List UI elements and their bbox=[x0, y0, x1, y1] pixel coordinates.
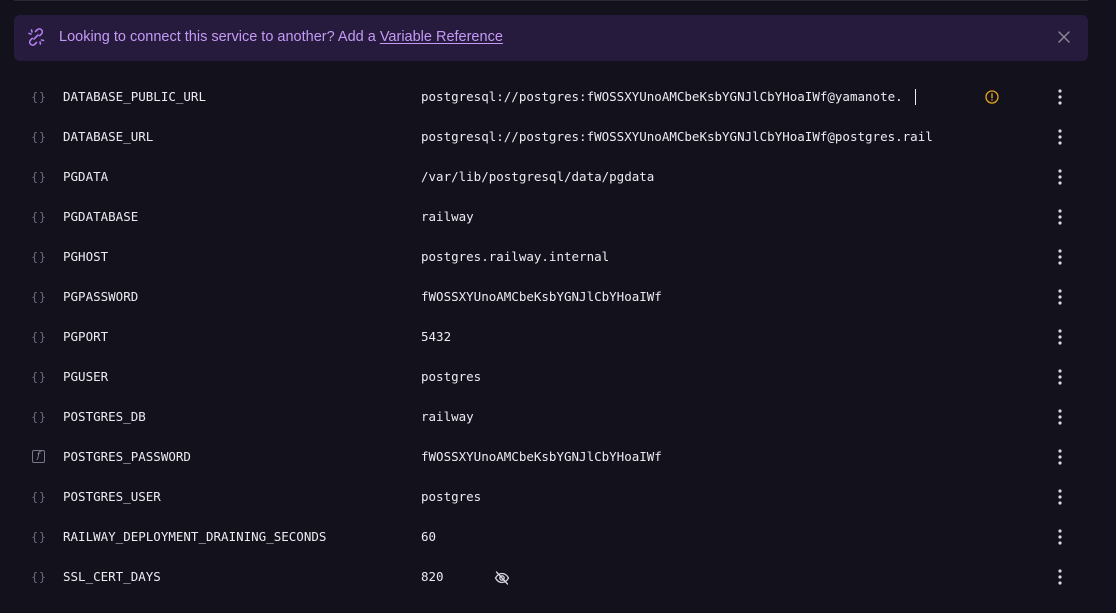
variable-name[interactable]: DATABASE_URL bbox=[63, 129, 153, 145]
variable-name[interactable]: POSTGRES_PASSWORD bbox=[63, 449, 191, 465]
variable-row[interactable]: {} POSTGRES_DB railway bbox=[0, 397, 1116, 437]
more-options-icon[interactable] bbox=[1052, 167, 1068, 187]
variable-row[interactable]: f POSTGRES_PASSWORD fWOSSXYUnoAMCbeKsbYGNJ… bbox=[0, 437, 1116, 477]
variable-row[interactable]: {} PGHOST postgres.railway.internal bbox=[0, 237, 1116, 277]
variable-row[interactable]: {} RAILWAY_DEPLOYMENT_DRAINING_SECONDS 60 bbox=[0, 517, 1116, 557]
variable-row[interactable]: {} DATABASE_PUBLIC_URL postgresql://postgr… bbox=[0, 77, 1116, 117]
variable-value[interactable]: postgresql://postgres:fWOSSXYUnoAMCbeKsb… bbox=[421, 89, 903, 105]
variable-value[interactable]: postgres bbox=[421, 489, 481, 505]
braces-icon: {} bbox=[31, 530, 47, 544]
variable-reference-link[interactable]: Variable Reference bbox=[380, 29, 503, 45]
variable-name[interactable]: PGDATA bbox=[63, 169, 108, 185]
more-options-icon[interactable] bbox=[1052, 487, 1068, 507]
more-options-icon[interactable] bbox=[1052, 207, 1068, 227]
braces-icon: {} bbox=[31, 330, 47, 344]
banner-message: Looking to connect this service to anoth… bbox=[59, 29, 503, 45]
variable-value[interactable]: postgres bbox=[421, 369, 481, 385]
variable-name[interactable]: POSTGRES_USER bbox=[63, 489, 161, 505]
variable-name[interactable]: PGUSER bbox=[63, 369, 108, 385]
braces-icon: {} bbox=[31, 370, 47, 384]
variable-row[interactable]: {} DATABASE_URL postgresql://postgres:fWOS… bbox=[0, 117, 1116, 157]
braces-icon: {} bbox=[31, 490, 47, 504]
variable-row[interactable]: {} POSTGRES_USER postgres bbox=[0, 477, 1116, 517]
braces-icon: {} bbox=[31, 570, 47, 584]
variable-value[interactable]: railway bbox=[421, 409, 474, 425]
variable-name[interactable]: DATABASE_PUBLIC_URL bbox=[63, 89, 206, 105]
more-options-icon[interactable] bbox=[1052, 287, 1068, 307]
variable-value[interactable]: 60 bbox=[421, 529, 436, 545]
variable-name[interactable]: RAILWAY_DEPLOYMENT_DRAINING_SECONDS bbox=[63, 529, 326, 545]
variable-value[interactable]: postgres.railway.internal bbox=[421, 249, 609, 265]
more-options-icon[interactable] bbox=[1052, 127, 1068, 147]
function-icon: f bbox=[32, 450, 45, 463]
more-options-icon[interactable] bbox=[1052, 567, 1068, 587]
variable-name[interactable]: PGPASSWORD bbox=[63, 289, 138, 305]
variable-name[interactable]: PGPORT bbox=[63, 329, 108, 345]
variable-value[interactable]: 5432 bbox=[421, 329, 451, 345]
variable-row[interactable]: {} PGDATABASE railway bbox=[0, 197, 1116, 237]
variable-row[interactable]: {} PGDATA/var/lib/postgresql/data/pgdata bbox=[0, 157, 1116, 197]
variable-value[interactable]: fWOSSXYUnoAMCbeKsbYGNJlCbYHoaIWf bbox=[421, 449, 662, 465]
banner-text: Looking to connect this service to anoth… bbox=[59, 29, 380, 45]
more-options-icon[interactable] bbox=[1052, 367, 1068, 387]
variable-name[interactable]: SSL_CERT_DAYS bbox=[63, 569, 161, 585]
more-options-icon[interactable] bbox=[1052, 247, 1068, 267]
more-options-icon[interactable] bbox=[1052, 327, 1068, 347]
variable-reference-banner: Looking to connect this service to anoth… bbox=[14, 15, 1088, 61]
text-caret bbox=[915, 89, 916, 105]
link-icon bbox=[28, 28, 45, 46]
divider bbox=[14, 0, 1088, 1]
variables-page: Looking to connect this service to anoth… bbox=[0, 0, 1116, 613]
variable-row[interactable]: {} PGUSER postgres bbox=[0, 357, 1116, 397]
info-warning-icon[interactable] bbox=[985, 90, 999, 104]
more-options-icon[interactable] bbox=[1052, 527, 1068, 547]
variable-name[interactable]: POSTGRES_DB bbox=[63, 409, 146, 425]
more-options-icon[interactable] bbox=[1052, 87, 1068, 107]
variable-name[interactable]: PGHOST bbox=[63, 249, 108, 265]
braces-icon: {} bbox=[31, 290, 47, 304]
braces-icon: {} bbox=[31, 170, 47, 184]
more-options-icon[interactable] bbox=[1052, 447, 1068, 467]
variable-name[interactable]: PGDATABASE bbox=[63, 209, 138, 225]
braces-icon: {} bbox=[31, 90, 47, 104]
close-icon[interactable] bbox=[1057, 30, 1071, 44]
variable-row[interactable]: {} SSL_CERT_DAYS 820 bbox=[0, 557, 1116, 597]
more-options-icon[interactable] bbox=[1052, 407, 1068, 427]
variable-value[interactable]: /var/lib/postgresql/data/pgdata bbox=[421, 169, 654, 185]
braces-icon: {} bbox=[31, 410, 47, 424]
variable-row[interactable]: {} PGPASSWORD fWOSSXYUnoAMCbeKsbYGNJlCbYHo… bbox=[0, 277, 1116, 317]
braces-icon: {} bbox=[31, 250, 47, 264]
variable-value[interactable]: postgresql://postgres:fWOSSXYUnoAMCbeKsb… bbox=[421, 129, 933, 145]
variable-value[interactable]: fWOSSXYUnoAMCbeKsbYGNJlCbYHoaIWf bbox=[421, 289, 662, 305]
variable-value[interactable]: 820 bbox=[421, 569, 444, 585]
eye-off-icon[interactable] bbox=[494, 570, 510, 586]
braces-icon: {} bbox=[31, 210, 47, 224]
variable-value[interactable]: railway bbox=[421, 209, 474, 225]
variable-row[interactable]: {} PGPORT 5432 bbox=[0, 317, 1116, 357]
braces-icon: {} bbox=[31, 130, 47, 144]
